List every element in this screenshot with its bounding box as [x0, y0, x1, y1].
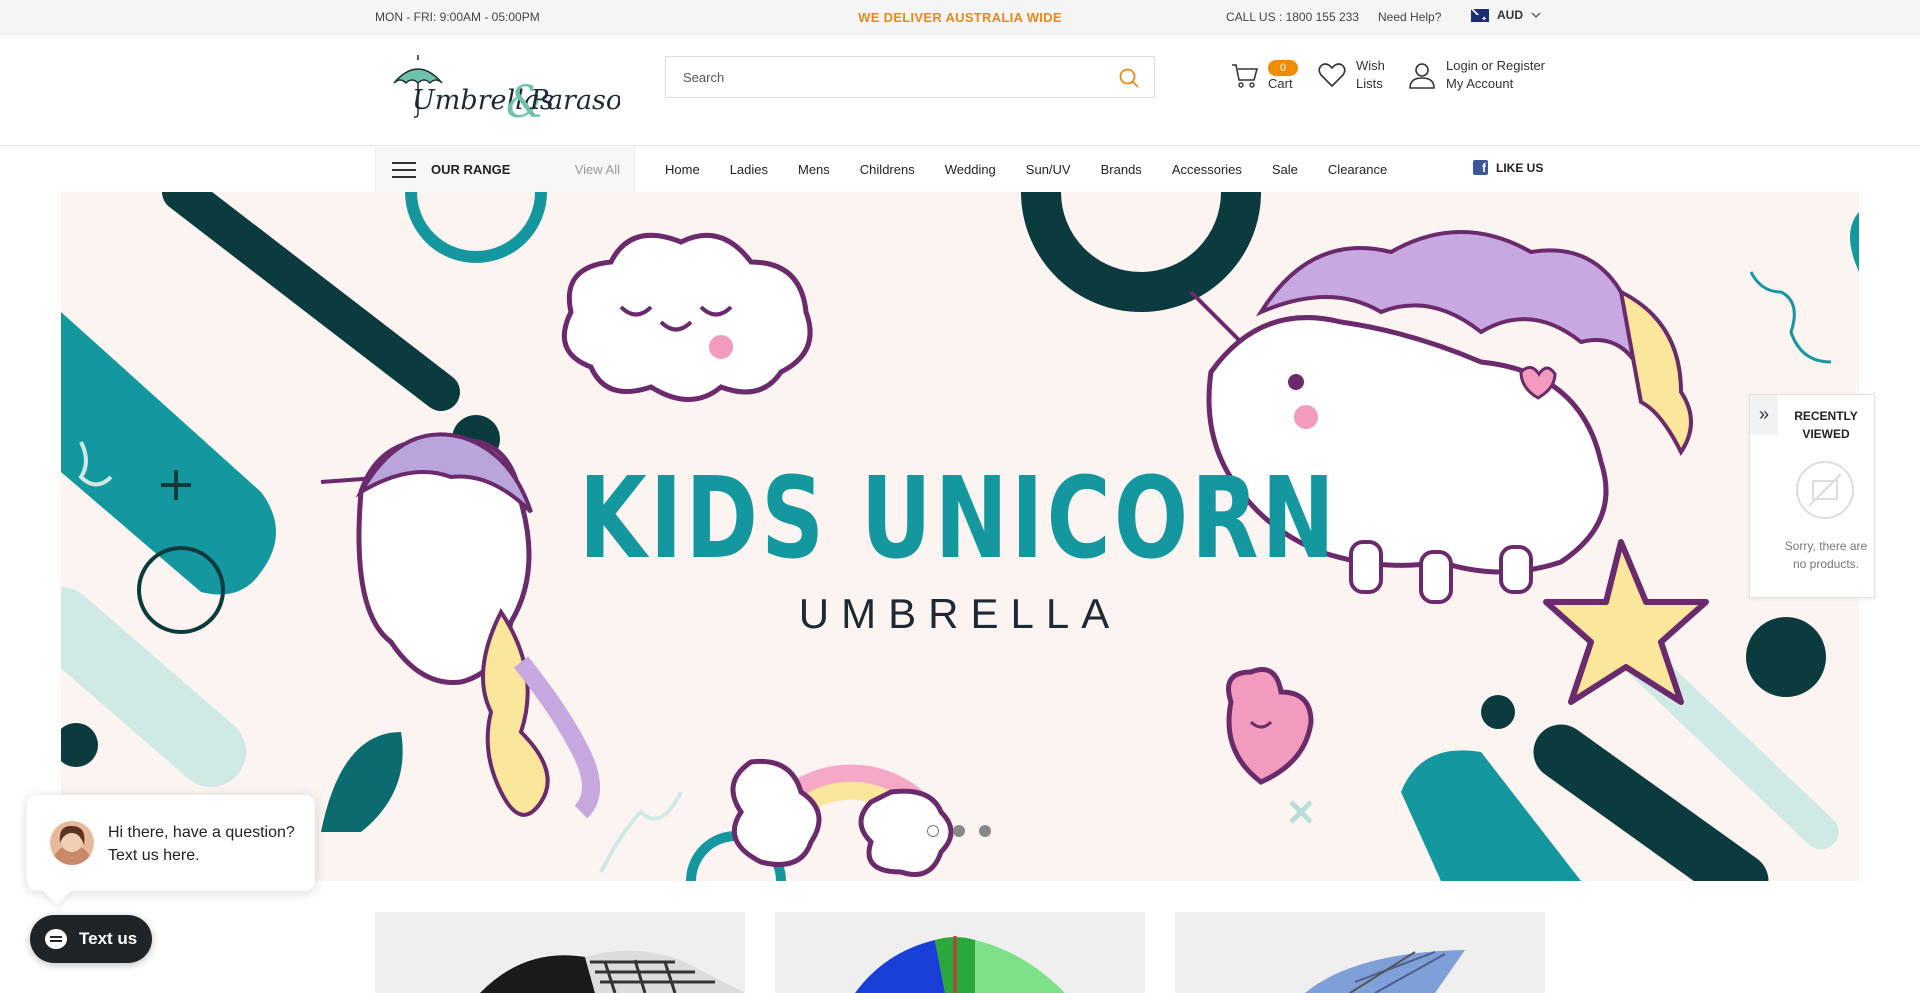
category-card[interactable] — [1175, 912, 1545, 993]
australia-flag-icon — [1471, 8, 1489, 23]
nav-item-sun-uv[interactable]: Sun/UV — [1026, 162, 1071, 177]
main-navigation: OUR RANGE View All Home Ladies Mens Chil… — [0, 147, 1920, 192]
delivery-banner: WE DELIVER AUSTRALIA WIDE — [858, 10, 1062, 25]
currency-selector[interactable]: AUD — [1471, 8, 1541, 23]
golf-umbrella-image — [1305, 950, 1465, 993]
site-logo[interactable]: Umbrellas & Parasols — [390, 55, 645, 128]
top-bar: MON - FRI: 9:00AM - 05:00PM WE DELIVER A… — [0, 0, 1920, 35]
nav-item-childrens[interactable]: Childrens — [860, 162, 915, 177]
cart-label: Cart — [1268, 76, 1293, 91]
search-input[interactable] — [666, 58, 1096, 96]
slider-dot-3[interactable] — [979, 825, 991, 837]
my-account-link[interactable]: My Account — [1446, 76, 1513, 91]
site-header: Umbrellas & Parasols 0 Cart Wish Lists L… — [0, 35, 1920, 146]
umbrella-logo-icon: Umbrellas & Parasols — [393, 55, 645, 128]
currency-label: AUD — [1497, 8, 1523, 22]
hero-title: KIDS UNICORN — [579, 454, 1338, 584]
recently-viewed-title: RECENTLY VIEWED — [1794, 409, 1858, 441]
chat-prompt[interactable]: Hi there, have a question? Text us here. — [27, 795, 315, 891]
recently-viewed-empty: Sorry, there are no products. — [1784, 539, 1868, 571]
search-bar — [665, 56, 1155, 98]
category-cards — [375, 912, 1545, 993]
double-chevron-right-icon[interactable]: » — [1750, 395, 1778, 435]
nav-item-ladies[interactable]: Ladies — [730, 162, 768, 177]
nav-menu: Home Ladies Mens Childrens Wedding Sun/U… — [665, 147, 1417, 192]
facebook-icon: f — [1473, 160, 1488, 175]
hamburger-menu-icon[interactable] — [392, 161, 416, 179]
call-us: CALL US : 1800 155 233 — [1226, 10, 1359, 24]
our-range-title: OUR RANGE — [431, 162, 511, 177]
recently-viewed-panel: » RECENTLY VIEWED Sorry, there are no pr… — [1749, 394, 1875, 598]
category-card[interactable] — [775, 912, 1145, 993]
nav-item-accessories[interactable]: Accessories — [1172, 162, 1242, 177]
text-us-label: Text us — [79, 929, 138, 948]
need-help-link[interactable]: Need Help? — [1378, 10, 1441, 24]
svg-text:Parasols: Parasols — [529, 85, 620, 116]
slider-dot-2[interactable] — [953, 825, 965, 837]
nav-item-brands[interactable]: Brands — [1101, 162, 1142, 177]
facebook-like-link[interactable]: f LIKE US — [1473, 160, 1543, 175]
search-icon[interactable] — [1118, 67, 1140, 89]
cart-button[interactable]: 0 Cart — [1230, 57, 1298, 93]
user-icon — [1409, 63, 1435, 89]
wish-label-line2: Lists — [1356, 76, 1383, 91]
text-us-button[interactable]: Text us — [30, 915, 152, 963]
hero-banner[interactable]: KIDS UNICORN UMBRELLA — [61, 192, 1859, 881]
chat-message: Hi there, have a question? Text us here. — [108, 824, 295, 864]
chat-bubble-icon — [45, 929, 67, 949]
category-card[interactable] — [375, 912, 745, 993]
nav-item-clearance[interactable]: Clearance — [1328, 162, 1387, 177]
umbrella-image — [480, 950, 745, 993]
account-label: Login or Register My Account — [1446, 57, 1545, 93]
hero-subtitle: UMBRELLA — [798, 590, 1122, 637]
heart-icon — [1318, 63, 1346, 88]
wish-label-line1: Wish — [1356, 58, 1385, 73]
view-all-link[interactable]: View All — [575, 162, 620, 177]
like-us-label: LIKE US — [1496, 160, 1544, 175]
slider-dots — [927, 825, 991, 837]
account-button[interactable]: Login or Register My Account — [1408, 57, 1545, 93]
wish-lists-button[interactable]: Wish Lists — [1318, 57, 1385, 93]
nav-item-wedding[interactable]: Wedding — [945, 162, 996, 177]
slider-dot-1[interactable] — [927, 825, 939, 837]
nav-item-home[interactable]: Home — [665, 162, 700, 177]
nav-item-mens[interactable]: Mens — [798, 162, 830, 177]
nav-item-sale[interactable]: Sale — [1272, 162, 1298, 177]
beach-umbrella-image — [855, 936, 1065, 993]
our-range-menu[interactable]: OUR RANGE View All — [375, 147, 635, 192]
no-image-icon — [1796, 461, 1854, 519]
chevron-down-icon — [1531, 12, 1541, 18]
cart-icon — [1232, 64, 1259, 88]
login-register-link[interactable]: Login or Register — [1446, 58, 1545, 73]
wish-lists-label: Wish Lists — [1356, 57, 1385, 93]
cart-count-badge: 0 — [1268, 60, 1298, 76]
teal-shape — [61, 312, 276, 595]
agent-avatar — [50, 821, 94, 865]
